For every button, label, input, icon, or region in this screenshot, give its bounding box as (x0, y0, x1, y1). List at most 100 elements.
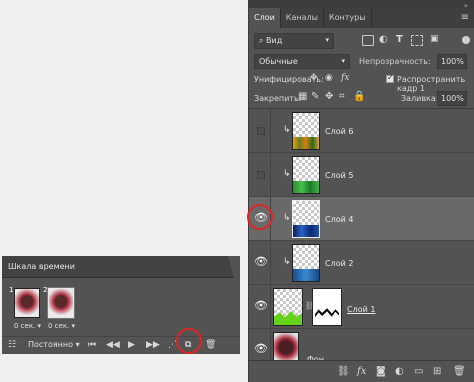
layer-list: ↳ Слой 6 ↳ Слой 5 👁 ↳ Слой 4 👁 ↳ Слой 2 … (249, 108, 474, 369)
clipping-arrow-icon: ↳ (283, 213, 291, 223)
visibility-cell[interactable]: 👁 (249, 285, 271, 328)
layer-style-icon[interactable]: fx (357, 366, 366, 377)
propagate-checkbox[interactable] (386, 73, 394, 83)
timeline-panel: Шкала времени 1 0 сек. ▾ 2 0 сек. ▾ ☷ По… (2, 256, 240, 354)
lock-brush-icon[interactable]: ✎ (311, 91, 319, 102)
layer-row[interactable]: ↳ Слой 5 (249, 153, 474, 197)
visibility-cell[interactable]: 👁 (249, 241, 271, 284)
layers-bottom-bar: ⛓ fx ◙ ◐ ▭ ⊞ 🗑 (249, 360, 474, 382)
new-layer-icon[interactable]: ⊞ (433, 366, 441, 377)
frame-thumbnail[interactable] (47, 287, 75, 319)
thumbnail-image (293, 137, 319, 149)
clipping-arrow-icon: ↳ (283, 125, 291, 135)
tab-layers[interactable]: Слои (249, 8, 281, 28)
link-layers-icon[interactable]: ⛓ (337, 366, 350, 377)
eye-icon[interactable]: 👁 (254, 255, 268, 268)
filter-toggle[interactable] (462, 36, 470, 44)
frame-item[interactable]: 1 0 сек. ▾ (8, 286, 42, 332)
lock-all-icon[interactable]: 🔒 (353, 91, 365, 102)
fill-input[interactable]: 100% (437, 91, 467, 106)
trash-icon[interactable]: 🗑 (453, 366, 466, 377)
fill-value: 100% (441, 94, 464, 103)
unify-style-icon[interactable]: fx (341, 73, 349, 83)
frame-duration[interactable]: 0 сек. ▾ (48, 322, 75, 330)
layer-thumbnail (292, 156, 320, 194)
fx-label: fx (341, 73, 350, 83)
add-mask-icon[interactable]: ◙ (376, 366, 386, 377)
thumbnail-image (293, 181, 319, 193)
lock-move-icon[interactable]: ✥ (325, 91, 333, 102)
layer-thumbnail (273, 288, 303, 326)
chevron-down-icon: ▾ (325, 36, 329, 44)
clipping-arrow-icon: ↳ (283, 257, 291, 267)
frame-duration[interactable]: 0 сек. ▾ (14, 322, 41, 330)
fill-label: Заливка: (401, 94, 439, 103)
panel-dock-bar[interactable]: » (249, 0, 474, 10)
layer-filter-row: ⌕ Вид ▾ ◐ T ▣ (249, 33, 474, 51)
frame-thumbnail[interactable] (14, 288, 40, 318)
chevron-down-icon: ▾ (341, 57, 345, 65)
frame-duration-value: 0 сек. (48, 322, 70, 330)
opacity-input[interactable]: 100% (437, 54, 467, 69)
timeline-title-bar[interactable]: Шкала времени (2, 256, 234, 278)
hidden-box-icon[interactable] (257, 171, 265, 179)
frame-number: 2 (43, 286, 48, 294)
next-frame-icon[interactable]: ▶▶ (146, 340, 160, 350)
delete-frame-icon[interactable]: 🗑 (205, 340, 216, 350)
filter-kind-select[interactable]: ⌕ Вид ▾ (254, 33, 334, 49)
opacity-label: Непрозрачность: (359, 57, 431, 66)
filter-adjustment-icon[interactable]: ◐ (379, 34, 388, 45)
clipping-arrow-icon: ↳ (283, 169, 291, 179)
frame-duration-value: 0 сек. (14, 322, 36, 330)
layer-name[interactable]: Слой 6 (325, 127, 353, 136)
filter-smart-object-icon[interactable]: ▣ (430, 34, 439, 44)
visibility-cell[interactable] (249, 109, 271, 152)
new-group-icon[interactable]: ▭ (414, 366, 423, 377)
unify-row: Унифицировать: ✥ ◉ fx Распространить кад… (249, 72, 474, 93)
highlight-ring-duplicate (176, 328, 202, 354)
layer-mask-thumbnail[interactable] (312, 288, 342, 326)
layer-row[interactable]: 👁 ⛓ Слой 1 (249, 285, 474, 329)
lock-transparency-icon[interactable]: ▦ (298, 91, 307, 102)
layer-row[interactable]: ↳ Слой 6 (249, 109, 474, 153)
lock-artboard-icon[interactable]: ⌗ (339, 91, 345, 102)
blend-mode-select[interactable]: Обычные ▾ (254, 54, 350, 69)
highlight-ring-eye (247, 204, 273, 230)
layer-name[interactable]: Слой 5 (325, 171, 353, 180)
first-frame-icon[interactable]: ⏮ (88, 340, 96, 350)
tab-paths[interactable]: Контуры (324, 8, 372, 28)
layer-name[interactable]: Слой 2 (325, 259, 353, 268)
filter-shape-icon[interactable] (411, 35, 423, 46)
prev-frame-icon[interactable]: ◀◀ (106, 340, 120, 350)
hidden-box-icon[interactable] (257, 127, 265, 135)
layer-row[interactable]: 👁 ↳ Слой 2 (249, 241, 474, 285)
eye-icon[interactable]: 👁 (254, 299, 268, 312)
thumbnail-image (274, 311, 302, 325)
loop-select[interactable]: Постоянно ▾ (28, 340, 80, 349)
panel-tabs: Слои Каналы Контуры ≡ (249, 8, 474, 28)
unify-position-icon[interactable]: ✥ (310, 73, 318, 83)
loop-value: Постоянно (28, 340, 74, 349)
blend-row: Обычные ▾ Непрозрачность: 100% (249, 54, 474, 70)
visibility-cell[interactable] (249, 153, 271, 196)
layer-thumbnail (292, 200, 320, 238)
layer-name[interactable]: Слой 1 (347, 305, 375, 314)
tab-channels[interactable]: Каналы (281, 8, 324, 28)
play-icon[interactable]: ▶ (128, 340, 135, 350)
filter-pixel-icon[interactable] (362, 35, 374, 46)
layer-row-selected[interactable]: 👁 ↳ Слой 4 (249, 197, 474, 241)
blend-mode-value: Обычные (259, 57, 298, 66)
panel-menu-icon[interactable]: ≡ (455, 8, 474, 28)
filter-kind-label: Вид (266, 36, 283, 45)
layer-name[interactable]: Слой 4 (325, 215, 353, 224)
frame-item-selected[interactable]: 2 0 сек. ▾ (42, 286, 76, 332)
unify-visibility-icon[interactable]: ◉ (325, 73, 333, 83)
adjustment-layer-icon[interactable]: ◐ (395, 366, 404, 377)
frame-number: 1 (9, 286, 14, 294)
convert-timeline-icon[interactable]: ☷ (8, 340, 16, 350)
timeline-controls: ☷ Постоянно ▾ ⏮ ◀◀ ▶ ▶▶ ⋰ ⧉ 🗑 (2, 336, 240, 354)
lock-row: Закрепить: ▦ ✎ ✥ ⌗ 🔒 Заливка: 100% (249, 91, 474, 106)
filter-type-icon[interactable]: T (396, 34, 403, 45)
eye-icon[interactable]: 👁 (254, 342, 268, 355)
timeline-title: Шкала времени (8, 262, 75, 271)
